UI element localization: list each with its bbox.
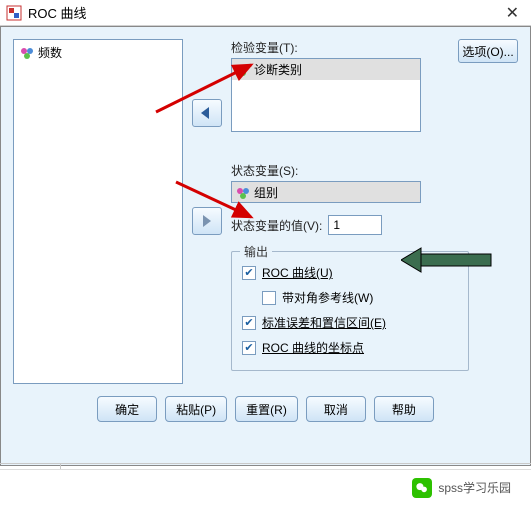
list-item[interactable]: 诊断类别 bbox=[232, 59, 420, 80]
list-item[interactable]: 频数 bbox=[16, 42, 180, 63]
roc-curve-checkbox[interactable] bbox=[242, 266, 256, 280]
variable-label: 诊断类别 bbox=[254, 61, 302, 78]
nominal-icon bbox=[236, 63, 250, 77]
right-panel: 检验变量(T): 诊断类别 状态变量(S): bbox=[231, 39, 518, 371]
std-err-ci-checkbox[interactable] bbox=[242, 316, 256, 330]
output-group-title: 输出 bbox=[240, 243, 272, 260]
roc-coords-checkbox[interactable] bbox=[242, 341, 256, 355]
state-variable-list[interactable]: 组别 bbox=[231, 181, 421, 203]
nominal-icon bbox=[236, 186, 250, 200]
paste-button[interactable]: 粘贴(P) bbox=[165, 396, 227, 422]
test-variable-list[interactable]: 诊断类别 bbox=[231, 58, 421, 132]
list-item[interactable]: 组别 bbox=[232, 182, 420, 203]
titlebar: ROC 曲线 ✕ bbox=[0, 0, 531, 26]
diag-ref-checkbox[interactable] bbox=[262, 291, 276, 305]
variable-label: 组别 bbox=[254, 184, 278, 201]
source-variable-list[interactable]: 频数 bbox=[13, 39, 183, 384]
dialog-body: 选项(O)... 频数 检验变量(T): bbox=[0, 26, 531, 466]
state-value-input[interactable] bbox=[328, 215, 382, 235]
watermark-text: spss学习乐园 bbox=[438, 479, 511, 496]
ok-button[interactable]: 确定 bbox=[97, 396, 157, 422]
transfer-buttons bbox=[189, 39, 225, 235]
reset-button[interactable]: 重置(R) bbox=[235, 396, 298, 422]
move-to-test-button[interactable] bbox=[192, 99, 222, 127]
state-variable-label: 状态变量(S): bbox=[231, 162, 518, 179]
watermark-strip: spss学习乐园 bbox=[0, 469, 531, 505]
app-icon bbox=[6, 5, 22, 21]
variable-label: 频数 bbox=[38, 44, 62, 61]
std-err-ci-label: 标准误差和置信区间(E) bbox=[262, 314, 386, 331]
roc-coords-label: ROC 曲线的坐标点 bbox=[262, 339, 364, 356]
test-variable-label: 检验变量(T): bbox=[231, 39, 518, 56]
cancel-button[interactable]: 取消 bbox=[306, 396, 366, 422]
window-title: ROC 曲线 bbox=[28, 3, 500, 22]
dialog-buttons: 确定 粘贴(P) 重置(R) 取消 帮助 bbox=[13, 396, 518, 422]
state-value-label: 状态变量的值(V): bbox=[231, 217, 322, 234]
wechat-icon bbox=[412, 478, 432, 498]
move-to-state-button[interactable] bbox=[192, 207, 222, 235]
roc-curve-label: ROC 曲线(U) bbox=[262, 264, 333, 281]
diag-ref-label: 带对角参考线(W) bbox=[282, 289, 373, 306]
close-icon[interactable]: ✕ bbox=[500, 3, 525, 23]
nominal-icon bbox=[20, 46, 34, 60]
help-button[interactable]: 帮助 bbox=[374, 396, 434, 422]
output-group: 输出 ROC 曲线(U) 带对角参考线(W) 标准误差和置信区间(E) ROC … bbox=[231, 251, 469, 371]
